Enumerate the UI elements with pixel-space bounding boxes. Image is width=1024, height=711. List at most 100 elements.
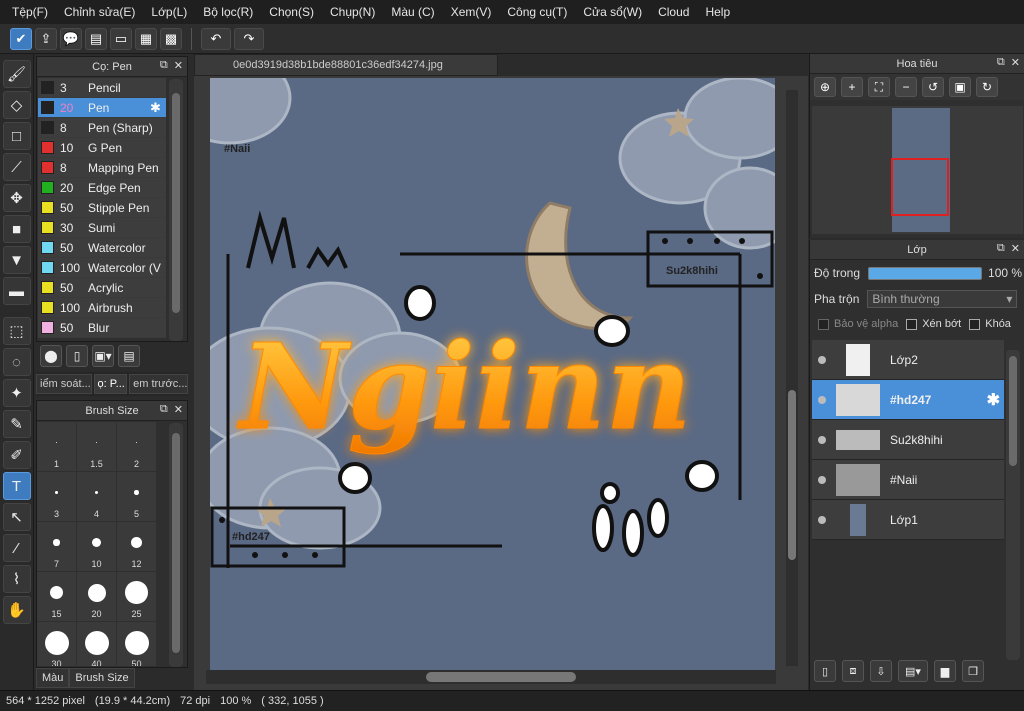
fit-screen-icon[interactable]: ⛶ xyxy=(868,77,890,97)
brush-size-cell[interactable]: 30 xyxy=(37,622,76,666)
redo-icon[interactable]: ↷ xyxy=(234,27,264,50)
canvas-vscroll-thumb[interactable] xyxy=(788,390,796,560)
menu-filter[interactable]: Bộ lọc(R) xyxy=(195,0,261,24)
tab-brush[interactable]: ọ: P... xyxy=(93,374,128,394)
brush-tool-icon[interactable]: 🖌 xyxy=(2,60,31,88)
float-icon[interactable]: ⧉ xyxy=(997,242,1005,255)
tab-brush-size[interactable]: Brush Size xyxy=(69,668,135,688)
merge-layer-icon[interactable]: ⇩ xyxy=(870,660,892,682)
brush-size-cell[interactable]: 3 xyxy=(37,472,76,521)
navigator-view[interactable] xyxy=(812,106,1023,234)
brush-size-cell[interactable]: 2 xyxy=(117,422,156,471)
brush-item[interactable]: 10 G Pen xyxy=(38,138,166,158)
rotate-left-icon[interactable]: ↺ xyxy=(922,77,944,97)
brush-item[interactable]: 100 Airbrush xyxy=(38,298,166,318)
brush-size-cell[interactable]: 7 xyxy=(37,522,76,571)
gear-icon[interactable]: ✱ xyxy=(150,100,166,116)
actual-size-icon[interactable]: ▣ xyxy=(949,77,971,97)
visibility-icon[interactable] xyxy=(812,355,832,364)
rotate-right-icon[interactable]: ↻ xyxy=(976,77,998,97)
brush-item[interactable]: 100 Watercolor (V xyxy=(38,258,166,278)
layer-row[interactable]: #hd247 ✱ xyxy=(812,380,1004,420)
brush-size-cell[interactable]: 10 xyxy=(77,522,116,571)
float-icon[interactable]: ⧉ xyxy=(160,59,168,72)
visibility-icon[interactable] xyxy=(812,515,832,524)
rect-select-icon[interactable]: ⬚ xyxy=(2,317,31,345)
brush-size-cell[interactable]: 20 xyxy=(77,572,116,621)
line-tool-icon[interactable]: ⟋ xyxy=(2,153,31,181)
eraser-tool-icon[interactable]: ◇ xyxy=(2,91,31,119)
float-icon[interactable]: ⧉ xyxy=(997,56,1005,69)
brush-item[interactable]: 50 Watercolor xyxy=(38,238,166,258)
brush-size-cell[interactable]: 1 xyxy=(37,422,76,471)
brush-size-cell[interactable]: 40 xyxy=(77,622,116,666)
brush-page-icon[interactable]: ▯ xyxy=(66,345,88,367)
canvas-hscrollbar[interactable] xyxy=(206,670,776,684)
new-layer-copy-icon[interactable]: ⧈ xyxy=(842,660,864,682)
brush-item[interactable]: 50 Stipple Pen xyxy=(38,198,166,218)
document-tab[interactable]: 0e0d3919d38b1bde88801c36edf34274.jpg xyxy=(194,54,498,76)
menu-select[interactable]: Chọn(S) xyxy=(261,0,322,24)
menu-edit[interactable]: Chỉnh sửa(E) xyxy=(56,0,143,24)
menu-view[interactable]: Xem(V) xyxy=(443,0,500,24)
tab-preview[interactable]: em trước... xyxy=(129,374,188,394)
operation-tool-icon[interactable]: ↖ xyxy=(2,503,31,531)
close-icon[interactable]: ✕ xyxy=(174,403,183,416)
visibility-icon[interactable] xyxy=(812,475,832,484)
menu-layer[interactable]: Lớp(L) xyxy=(143,0,195,24)
close-icon[interactable]: ✕ xyxy=(174,59,183,72)
rectangle-tool-icon[interactable]: □ xyxy=(2,122,31,150)
brush-menu-icon[interactable]: ▣▾ xyxy=(92,345,114,367)
brush-size-cell[interactable]: 15 xyxy=(37,572,76,621)
comment-icon[interactable]: ▤ xyxy=(85,27,107,50)
select-pen-icon[interactable]: ✎ xyxy=(2,410,31,438)
brush-size-cell[interactable]: 25 xyxy=(117,572,156,621)
brush-item[interactable]: 50 Blur xyxy=(38,318,166,338)
panel-layout-icon[interactable]: ▦ xyxy=(135,27,157,50)
brush-size-scrollbar[interactable] xyxy=(169,423,183,667)
tab-color[interactable]: Màu xyxy=(36,668,70,688)
new-layer-icon[interactable]: ▯ xyxy=(814,660,836,682)
undo-icon[interactable]: ↶ xyxy=(201,27,231,50)
blend-select[interactable]: Bình thường ▾ xyxy=(867,290,1018,308)
menu-cloud[interactable]: Cloud xyxy=(650,0,697,24)
select-eraser-icon[interactable]: ✐ xyxy=(2,441,31,469)
divide-tool-icon[interactable]: ⁄ xyxy=(2,534,31,562)
export-icon[interactable]: ⇪ xyxy=(35,27,57,50)
brush-size-cell[interactable]: 50 xyxy=(117,622,156,666)
brush-size-cell[interactable]: 5 xyxy=(117,472,156,521)
text-tool-icon[interactable]: T xyxy=(2,472,31,500)
move-tool-icon[interactable]: ✥ xyxy=(2,184,31,212)
grid-check-icon[interactable]: ▩ xyxy=(160,27,182,50)
canvas-hscroll-thumb[interactable] xyxy=(426,672,576,682)
opacity-slider[interactable] xyxy=(868,266,983,280)
layer-menu-icon[interactable]: ▤▾ xyxy=(898,660,928,682)
bucket-tool-icon[interactable]: ▼ xyxy=(2,246,31,274)
magic-wand-icon[interactable]: ✦ xyxy=(2,379,31,407)
zoom-in-icon[interactable]: + xyxy=(841,77,863,97)
eyedropper-icon[interactable]: ⌇ xyxy=(2,565,31,593)
brush-settings-icon[interactable]: ▤ xyxy=(118,345,140,367)
brush-item[interactable]: 30 Sumi xyxy=(38,218,166,238)
page-icon[interactable]: ▭ xyxy=(110,27,132,50)
gear-icon[interactable]: ✱ xyxy=(987,390,1000,410)
layer-list-scrollbar[interactable] xyxy=(1006,350,1020,660)
visibility-icon[interactable] xyxy=(812,435,832,444)
visibility-icon[interactable] xyxy=(812,395,832,404)
menu-color[interactable]: Màu (C) xyxy=(383,0,442,24)
zoom-out-icon[interactable]: − xyxy=(895,77,917,97)
canvas-vscrollbar[interactable] xyxy=(786,90,798,666)
brush-item[interactable]: 8 Mapping Pen xyxy=(38,158,166,178)
brush-size-cell[interactable]: 12 xyxy=(117,522,156,571)
layer-row[interactable]: #Naii xyxy=(812,460,1004,500)
gradient-tool-icon[interactable]: ▬ xyxy=(2,277,31,305)
protect-alpha-option[interactable]: Bảo vệ alpha xyxy=(818,318,898,330)
canvas-area[interactable]: Ngiinn #Naii Su2k8hihi #hd247 xyxy=(194,76,808,690)
float-icon[interactable]: ⧉ xyxy=(160,403,168,416)
brush-item[interactable]: 50 Acrylic xyxy=(38,278,166,298)
cloud-check-icon[interactable]: ✔ xyxy=(10,27,32,50)
brush-item[interactable]: 3 Pencil xyxy=(38,78,166,98)
close-icon[interactable]: ✕ xyxy=(1011,56,1020,69)
duplicate-icon[interactable]: ❐ xyxy=(962,660,984,682)
brush-item[interactable]: 20 Pen ✱ xyxy=(38,98,166,118)
